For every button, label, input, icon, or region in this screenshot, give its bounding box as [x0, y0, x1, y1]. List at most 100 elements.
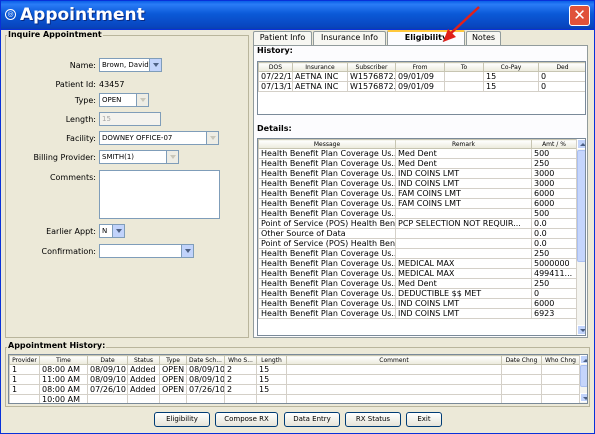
tab-patient-info[interactable]: Patient Info — [253, 31, 312, 45]
appointment-column-header[interactable]: Length — [256, 355, 287, 365]
scroll-down-icon[interactable] — [577, 325, 585, 335]
appointment-column-header[interactable]: Date Chng — [501, 355, 542, 365]
chevron-down-icon[interactable] — [149, 59, 161, 71]
history-cell: AETNA INC — [292, 71, 348, 82]
appointment-column-header[interactable]: Provider — [9, 355, 40, 365]
history-column-header[interactable]: Co-Pay — [483, 62, 539, 72]
scroll-thumb[interactable] — [577, 150, 585, 262]
details-column-header[interactable]: Remark — [395, 139, 532, 149]
appointment-cell: OPEN — [159, 364, 187, 375]
details-row[interactable]: Point of Service (POS) Health Ben... 0.0 — [258, 238, 577, 249]
history-column-header[interactable]: Insurance — [292, 62, 348, 72]
appointment-column-header[interactable]: Date — [87, 355, 128, 365]
appointment-row[interactable]: 10:00 AM — [9, 394, 580, 403]
name-select[interactable]: Brown, David — [99, 58, 162, 72]
details-cell: IND COINS LMT — [395, 308, 532, 319]
details-row[interactable]: Health Benefit Plan Coverage Us... 250 — [258, 248, 577, 259]
chevron-down-icon[interactable] — [181, 245, 193, 257]
appointment-column-header[interactable]: Who S... — [224, 355, 257, 365]
appointment-window: ◎ Appointment ✕ Inquire Appointment Name… — [0, 0, 595, 434]
history-column-header[interactable]: Subscriber — [347, 62, 396, 72]
details-row[interactable]: Health Benefit Plan Coverage Us... IND CO… — [258, 168, 577, 179]
history-column-header[interactable]: DOS — [258, 62, 293, 72]
appointment-column-header[interactable]: Time — [39, 355, 88, 365]
details-row[interactable]: Health Benefit Plan Coverage Us... DEDUCT… — [258, 288, 577, 299]
type-label: Type: — [74, 96, 96, 105]
compose-rx-button[interactable]: Compose RX — [215, 412, 278, 427]
history-column-header[interactable]: Ded — [538, 62, 585, 72]
history-row[interactable]: 07/13/10AETNA INCW1576872...09/01/09 150 — [258, 81, 585, 92]
details-cell: 6923 — [531, 308, 577, 319]
details-cell: 6000 — [531, 198, 577, 209]
type-select[interactable]: OPEN — [99, 93, 149, 107]
rx-status-button[interactable]: RX Status — [345, 412, 401, 427]
details-table[interactable]: Message Remark Amt / % Health Benefit Plan… — [257, 138, 586, 336]
details-row[interactable]: Health Benefit Plan Coverage Us... 500 — [258, 208, 577, 219]
details-row[interactable]: Health Benefit Plan Coverage Us... FAM CO… — [258, 188, 577, 199]
details-row[interactable]: Health Benefit Plan Coverage Us... FAM CO… — [258, 198, 577, 209]
details-row[interactable]: Point of Service (POS) Health Ben... PCP … — [258, 218, 577, 229]
details-column-header[interactable]: Message — [258, 139, 396, 149]
appointment-row[interactable]: 1 08:00 AM 07/26/10 Added OPEN 07/26/10 2 15 — [9, 384, 580, 395]
details-cell: Health Benefit Plan Coverage Us... — [258, 198, 396, 209]
data-entry-button[interactable]: Data Entry — [284, 412, 340, 427]
details-column-header[interactable]: Amt / % — [531, 139, 577, 149]
scroll-thumb[interactable] — [580, 365, 587, 387]
appointment-cell: 11:00 AM — [39, 374, 88, 385]
history-table[interactable]: DOS Insurance Subscriber From To Co-Pay Ded 07… — [257, 61, 586, 115]
appointment-cell — [501, 374, 542, 385]
details-cell: Health Benefit Plan Coverage Us... — [258, 248, 396, 259]
confirmation-select[interactable] — [99, 244, 194, 258]
appointment-cell: 10:00 AM — [39, 394, 88, 403]
details-row[interactable]: Health Benefit Plan Coverage Us... Med De… — [258, 148, 577, 159]
appointment-cell: 15 — [256, 374, 287, 385]
details-scrollbar[interactable] — [576, 139, 585, 335]
scroll-up-icon[interactable] — [580, 355, 587, 364]
details-row[interactable]: Health Benefit Plan Coverage Us... MEDICA… — [258, 268, 577, 279]
appointment-column-header[interactable]: Type — [159, 355, 187, 365]
details-cell: DEDUCTIBLE $$ MET — [395, 288, 532, 299]
appointment-column-header[interactable]: Comment — [286, 355, 502, 365]
history-cell: 07/13/10 — [258, 81, 293, 92]
details-row[interactable]: Health Benefit Plan Coverage Us... Med De… — [258, 278, 577, 289]
comments-textarea[interactable] — [99, 170, 220, 219]
chevron-down-icon[interactable] — [166, 151, 178, 163]
appointment-history-table[interactable]: Provider Time Date Status Type Date Sch... Who… — [8, 354, 588, 404]
close-icon: ✕ — [573, 6, 586, 24]
appointment-column-header[interactable]: Status — [127, 355, 160, 365]
appointment-row[interactable]: 1 08:00 AM 08/09/10 Added OPEN 08/09/10 2 15 — [9, 364, 580, 375]
exit-button[interactable]: Exit — [406, 412, 442, 427]
details-row[interactable]: Health Benefit Plan Coverage Us... Med De… — [258, 158, 577, 169]
appointment-column-header[interactable]: Who Chng — [541, 355, 580, 365]
billing-provider-select[interactable]: SMITH(1) — [99, 150, 179, 164]
tab-insurance-info[interactable]: Insurance Info — [313, 31, 386, 45]
appointment-column-header[interactable]: Date Sch... — [186, 355, 225, 365]
details-row[interactable]: Health Benefit Plan Coverage Us... IND CO… — [258, 178, 577, 189]
chevron-down-icon[interactable] — [112, 225, 124, 237]
history-column-header[interactable]: From — [395, 62, 445, 72]
history-row[interactable]: 07/22/10AETNA INCW1576872...09/01/09 150 — [258, 71, 585, 82]
details-row[interactable]: Health Benefit Plan Coverage Us... IND CO… — [258, 308, 577, 319]
earlier-appt-select[interactable]: N — [99, 224, 125, 238]
appointment-scrollbar[interactable] — [579, 355, 587, 403]
history-column-header[interactable]: To — [444, 62, 484, 72]
app-icon[interactable]: ◎ — [5, 9, 16, 20]
appointment-cell: Added — [127, 374, 160, 385]
details-cell: 3000 — [531, 168, 577, 179]
details-cell: Health Benefit Plan Coverage Us... — [258, 308, 396, 319]
scroll-down-icon[interactable] — [580, 393, 587, 402]
name-label: Name: — [69, 61, 96, 70]
history-cell — [444, 81, 484, 92]
length-field[interactable]: 15 — [99, 112, 161, 126]
details-row[interactable]: Health Benefit Plan Coverage Us... IND CO… — [258, 298, 577, 309]
title-bar[interactable]: ◎ Appointment ✕ — [1, 1, 594, 30]
chevron-down-icon[interactable] — [206, 132, 218, 144]
eligibility-button[interactable]: Eligibility — [154, 412, 210, 427]
close-button[interactable]: ✕ — [569, 5, 590, 26]
appointment-row[interactable]: 1 11:00 AM 08/09/10 Added OPEN 08/09/10 2 15 — [9, 374, 580, 385]
details-row[interactable]: Other Source of Data 0.0 — [258, 228, 577, 239]
facility-select[interactable]: DOWNEY OFFICE-07 — [99, 131, 219, 145]
details-row[interactable]: Health Benefit Plan Coverage Us... MEDICA… — [258, 258, 577, 269]
chevron-down-icon[interactable] — [136, 94, 148, 106]
scroll-up-icon[interactable] — [577, 139, 585, 149]
